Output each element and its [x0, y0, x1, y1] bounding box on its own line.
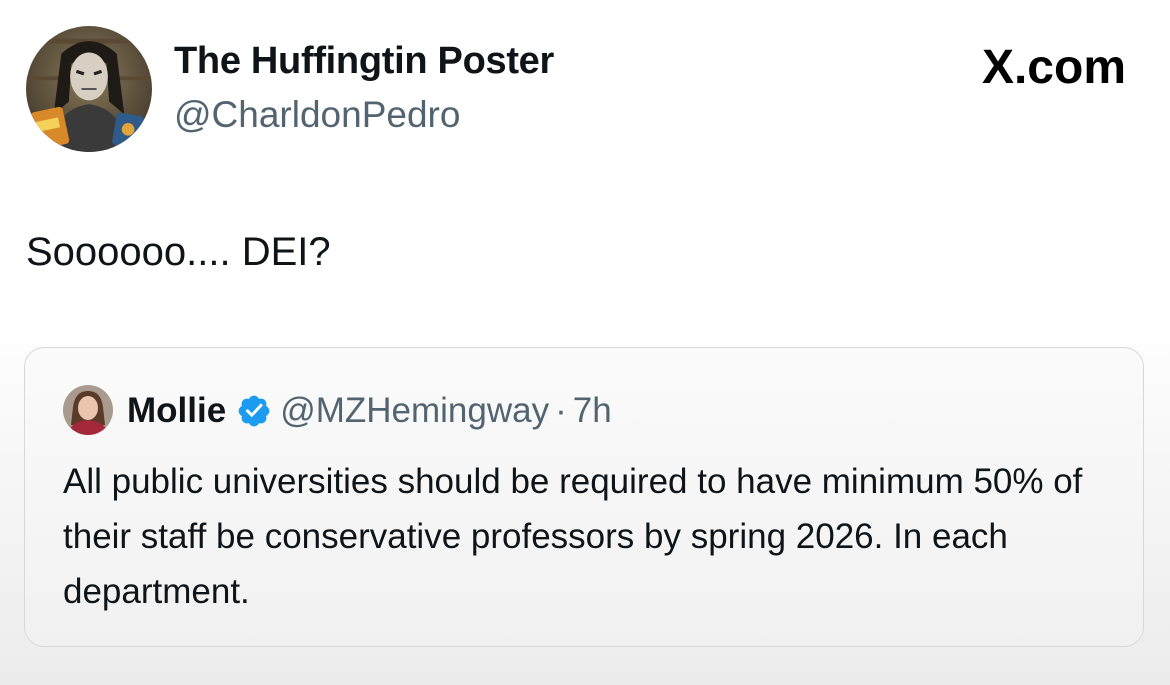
author-handle[interactable]: @CharldonPedro	[174, 94, 460, 136]
verified-badge-icon	[236, 393, 272, 429]
author-display-name[interactable]: The Huffingtin Poster	[174, 40, 554, 83]
brand-watermark: X.com	[981, 41, 1126, 94]
quoted-tweet-header: Mollie @MZHemingway · 7h	[127, 388, 612, 434]
quoted-author-avatar[interactable]	[63, 385, 113, 435]
profile-avatar-icon	[26, 26, 152, 152]
tweet-text: Soooooo.... DEI?	[26, 230, 331, 274]
quoted-author-handle[interactable]: @MZHemingway	[280, 391, 549, 431]
separator-dot: ·	[555, 391, 567, 430]
quoted-avatar-icon	[63, 385, 113, 435]
quoted-tweet-timestamp[interactable]: 7h	[573, 391, 612, 431]
quoted-author-name[interactable]: Mollie	[127, 391, 226, 431]
author-avatar[interactable]	[26, 26, 152, 152]
quoted-tweet-text: All public universities should be requir…	[63, 462, 1083, 611]
quoted-tweet-card[interactable]: Mollie @MZHemingway · 7h All public univ…	[24, 347, 1144, 647]
